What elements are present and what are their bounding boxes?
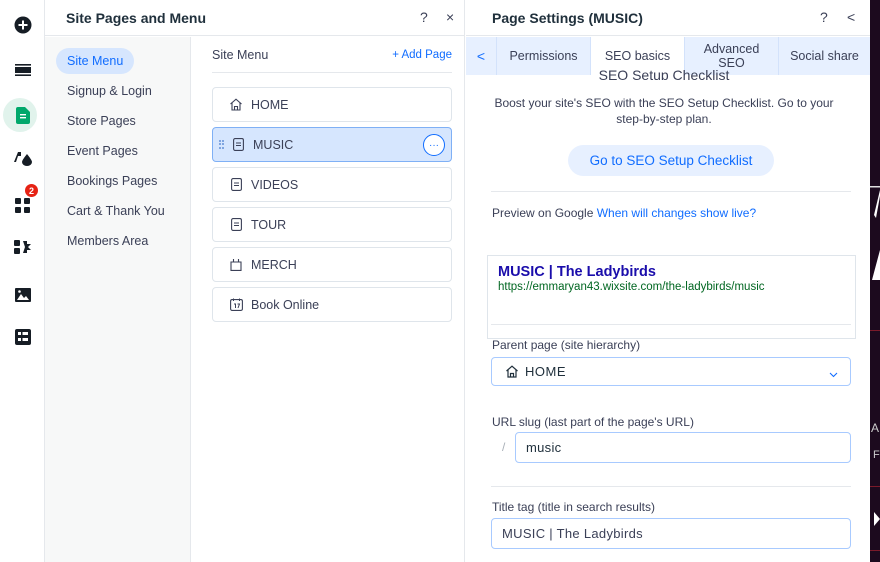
category-signup-login[interactable]: Signup & Login bbox=[56, 78, 163, 104]
preview-google-label: Preview on Google When will changes show… bbox=[492, 206, 756, 220]
more-actions-button[interactable]: ··· bbox=[423, 134, 445, 156]
parent-page-dropdown[interactable]: HOME bbox=[491, 357, 851, 386]
apps-button[interactable] bbox=[0, 190, 45, 220]
page-icon bbox=[229, 178, 243, 192]
google-preview-title: MUSIC | The Ladybirds bbox=[498, 264, 656, 280]
pages-panel-header: Site Pages and Menu bbox=[45, 0, 464, 36]
editor-left-rail: 2 bbox=[0, 0, 45, 562]
add-icon bbox=[14, 16, 31, 34]
page-item-merch[interactable]: MERCH bbox=[212, 247, 452, 282]
divider bbox=[491, 486, 851, 487]
list-header: Site Menu + Add Page bbox=[212, 37, 452, 73]
media-button[interactable] bbox=[0, 280, 45, 310]
google-preview-url: https://emmaryan43.wixsite.com/the-ladyb… bbox=[498, 281, 765, 293]
help-button[interactable]: ? bbox=[420, 9, 428, 25]
canvas-background-art: A F bbox=[870, 186, 880, 551]
page-icon bbox=[231, 138, 245, 152]
settings-panel-header: Page Settings (MUSIC) bbox=[466, 0, 870, 36]
panel-title: Site Pages and Menu bbox=[66, 9, 207, 26]
category-members-area[interactable]: Members Area bbox=[56, 228, 159, 254]
site-design-button[interactable] bbox=[0, 143, 45, 173]
close-button[interactable]: × bbox=[446, 9, 454, 25]
menu-layers-icon bbox=[14, 64, 31, 76]
page-item-music[interactable]: MUSIC ··· bbox=[212, 127, 452, 162]
settings-title: Page Settings (MUSIC) bbox=[492, 9, 643, 26]
parent-page-label: Parent page (site hierarchy) bbox=[492, 338, 641, 352]
site-pages-panel: Site Pages and Menu ? × Site Menu Signup… bbox=[45, 0, 465, 562]
business-tools-button[interactable] bbox=[0, 232, 45, 262]
apps-icon bbox=[14, 198, 30, 213]
list-title: Site Menu bbox=[212, 47, 269, 62]
settings-help-button[interactable]: ? bbox=[820, 9, 828, 25]
menus-layers-button[interactable] bbox=[0, 55, 45, 85]
page-label: MERCH bbox=[251, 257, 297, 272]
page-label: HOME bbox=[251, 97, 289, 112]
cms-button[interactable] bbox=[0, 322, 45, 352]
page-icon bbox=[229, 218, 243, 232]
apps-notification-badge: 2 bbox=[25, 184, 38, 197]
divider bbox=[491, 191, 851, 192]
google-preview-box: MUSIC | The Ladybirds https://emmaryan43… bbox=[487, 255, 856, 339]
category-cart-thank-you[interactable]: Cart & Thank You bbox=[56, 198, 176, 224]
preview-label-text: Preview on Google bbox=[492, 206, 594, 220]
parent-page-value: HOME bbox=[525, 364, 566, 379]
drag-handle-icon[interactable] bbox=[219, 139, 225, 150]
design-icon bbox=[13, 152, 32, 166]
checklist-title: SEO Setup Checklist bbox=[598, 70, 730, 80]
add-page-button[interactable]: + Add Page bbox=[392, 49, 452, 61]
chevron-down-icon bbox=[829, 366, 838, 381]
page-label: TOUR bbox=[251, 217, 287, 232]
svg-text:F: F bbox=[873, 449, 880, 461]
page-settings-panel: Page Settings (MUSIC) ? < < Permissions … bbox=[466, 0, 870, 562]
when-changes-live-link[interactable]: When will changes show live? bbox=[597, 206, 756, 220]
divider bbox=[491, 324, 851, 325]
pages-icon bbox=[15, 106, 30, 124]
svg-text:A: A bbox=[871, 421, 879, 435]
category-site-menu[interactable]: Site Menu bbox=[56, 48, 135, 74]
page-item-videos[interactable]: VIDEOS bbox=[212, 167, 452, 202]
page-label: Book Online bbox=[251, 297, 320, 312]
media-icon bbox=[14, 288, 31, 302]
shopping-bag-icon bbox=[229, 258, 243, 272]
site-menu-list: Site Menu + Add Page HOME MUSIC ··· VIDE… bbox=[212, 37, 452, 322]
url-slug-input[interactable]: music bbox=[515, 432, 851, 463]
go-to-seo-checklist-button[interactable]: Go to SEO Setup Checklist bbox=[568, 145, 774, 176]
home-icon bbox=[505, 365, 519, 378]
page-label: MUSIC bbox=[253, 137, 294, 152]
title-tag-label: Title tag (title in search results) bbox=[492, 500, 655, 514]
page-item-book-online[interactable]: Book Online bbox=[212, 287, 452, 322]
collapse-panel-button[interactable]: < bbox=[847, 9, 855, 25]
pages-button[interactable] bbox=[0, 100, 45, 130]
page-categories: Site Menu Signup & Login Store Pages Eve… bbox=[45, 37, 191, 562]
checklist-description: Boost your site's SEO with the SEO Setup… bbox=[494, 96, 834, 126]
category-store-pages[interactable]: Store Pages bbox=[56, 108, 147, 134]
url-slug-label: URL slug (last part of the page's URL) bbox=[492, 415, 694, 429]
business-tools-icon bbox=[13, 240, 31, 254]
category-bookings-pages[interactable]: Bookings Pages bbox=[56, 168, 168, 194]
calendar-icon bbox=[229, 298, 243, 312]
url-slug-prefix: / bbox=[502, 440, 506, 454]
page-label: VIDEOS bbox=[251, 177, 299, 192]
title-tag-input[interactable]: MUSIC | The Ladybirds bbox=[491, 518, 851, 549]
add-elements-button[interactable] bbox=[0, 10, 45, 40]
editor-canvas-edge: A F bbox=[870, 0, 880, 562]
category-event-pages[interactable]: Event Pages bbox=[56, 138, 149, 164]
home-icon bbox=[229, 98, 243, 112]
page-item-tour[interactable]: TOUR bbox=[212, 207, 452, 242]
page-item-home[interactable]: HOME bbox=[212, 87, 452, 122]
cms-icon bbox=[14, 329, 31, 345]
